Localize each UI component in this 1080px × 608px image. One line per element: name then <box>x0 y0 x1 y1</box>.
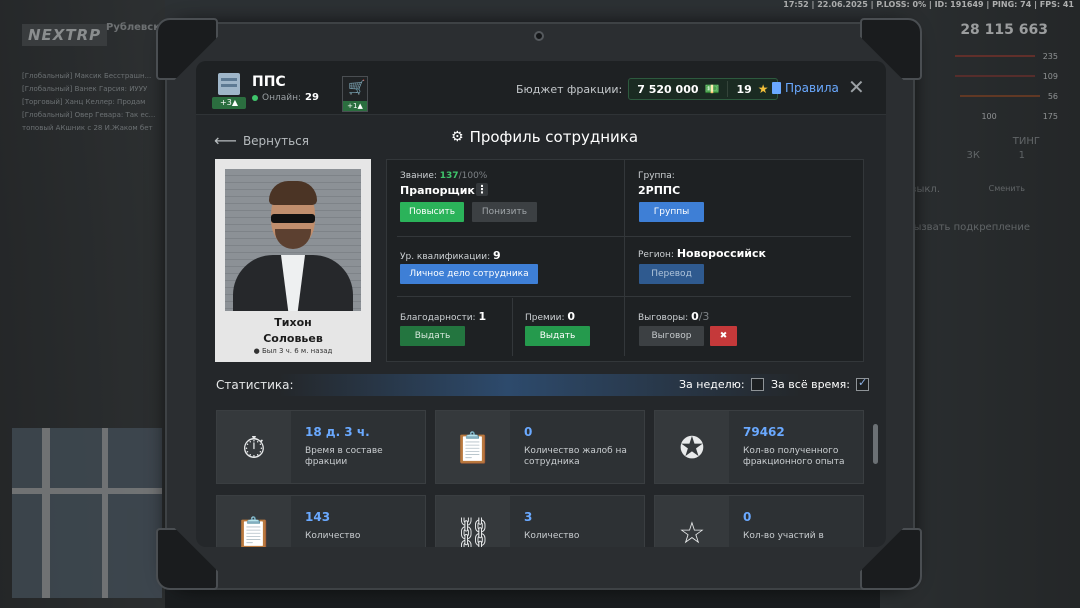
document-icon <box>772 82 781 94</box>
region-value: Новороссийск <box>676 247 766 260</box>
page-title: ⚙ Профиль сотрудника <box>451 128 638 146</box>
coins-value: 19 <box>736 82 752 96</box>
stat-desc: Кол-во полученного фракционного опыта <box>743 446 845 467</box>
stat-card: ✪ 79462 Кол-во полученного фракционного … <box>654 410 864 484</box>
online-count: 29 <box>305 92 319 103</box>
all-time-checkbox[interactable] <box>855 376 869 391</box>
week-label: За неделю: <box>679 378 745 391</box>
shop-button[interactable]: 🛒 +1▲ <box>342 76 368 112</box>
stat-value: 18 д. 3 ч. <box>305 425 370 439</box>
bonus-value: 0 <box>567 310 576 323</box>
stat-value: 79462 <box>743 425 785 439</box>
back-label: Вернуться <box>242 133 309 148</box>
rank-name: Прапорщик <box>400 184 475 197</box>
faction-icon[interactable]: +3▲ <box>212 71 246 111</box>
online-label: Онлайн: <box>262 92 302 103</box>
group-value: 2РППС <box>638 184 681 197</box>
faction-budget: Бюджет фракции: 7 520 000 💵 19 ★ <box>516 78 778 100</box>
employee-name: Тихон Соловьев <box>215 315 371 347</box>
qualification-value: 9 <box>493 249 501 262</box>
stat-desc: Количество <box>524 531 580 541</box>
give-thanks-button[interactable]: Выдать <box>400 326 465 346</box>
groups-button[interactable]: Группы <box>639 202 704 222</box>
online-status: Онлайн: 29 <box>252 92 319 103</box>
demote-button[interactable]: Понизить <box>472 202 537 222</box>
back-button[interactable]: ⟵ Вернуться <box>214 131 309 150</box>
promote-button[interactable]: Повысить <box>400 202 464 222</box>
stopwatch-icon: ⏱ <box>217 411 291 483</box>
police-station-icon <box>218 73 240 95</box>
stat-value: 0 <box>743 510 752 524</box>
clipboard-icon: 📋 <box>217 496 291 547</box>
transfer-button[interactable]: Перевод <box>639 264 704 284</box>
stat-card: ⛓ 3 Количество <box>435 495 645 547</box>
rules-link[interactable]: Правила <box>772 81 839 95</box>
complaint-document-icon: 📋 <box>436 411 510 483</box>
give-bonus-button[interactable]: Выдать <box>525 326 590 346</box>
region-label: Регион: Новороссийск <box>638 247 766 260</box>
week-filter[interactable]: За неделю: <box>679 378 764 391</box>
qualification-label: Ур. квалификации: 9 <box>400 249 501 262</box>
reprimand-label: Выговоры: 0/3 <box>638 310 710 323</box>
cart-badge: +1▲ <box>343 101 367 111</box>
employee-first-name: Тихон <box>274 316 312 329</box>
stats-header-bar <box>214 374 866 396</box>
last-seen: ● Был 3 ч. 6 м. назад <box>253 347 333 355</box>
stats-title: Статистика: <box>216 378 294 392</box>
stat-card: 📋 0 Количество жалоб на сотрудника <box>435 410 645 484</box>
reprimand-max: /3 <box>698 310 710 323</box>
personal-file-button[interactable]: Личное дело сотрудника <box>400 264 538 284</box>
employee-photo-card: Тихон Соловьев ● Был 3 ч. 6 м. назад <box>215 159 371 362</box>
stat-desc: Кол-во участий в <box>743 531 824 541</box>
online-dot-icon <box>252 94 258 101</box>
gear-icon: ⚙ <box>451 129 464 145</box>
faction-name: ППС <box>252 74 286 90</box>
scrollbar-thumb[interactable] <box>873 424 878 464</box>
stat-card: ☆ 0 Кол-во участий в <box>654 495 864 547</box>
tablet-screen: +3▲ ППС Онлайн: 29 🛒 +1▲ Бюджет фракции:… <box>196 61 886 547</box>
all-time-label: За всё время: <box>771 378 850 391</box>
arrow-left-icon: ⟵ <box>214 131 237 150</box>
stat-value: 3 <box>524 510 533 524</box>
exp-badge-icon: ✪ <box>655 411 729 483</box>
rules-label: Правила <box>785 81 839 95</box>
stat-value: 0 <box>524 425 533 439</box>
page-title-text: Профиль сотрудника <box>469 128 639 146</box>
stat-value: 143 <box>305 510 331 524</box>
all-time-filter[interactable]: За всё время: <box>771 376 869 391</box>
close-icon[interactable]: ✕ <box>848 75 865 99</box>
stat-card: 📋 143 Количество <box>216 495 426 547</box>
more-icon[interactable]: ⋮ <box>476 183 488 196</box>
rank-label: Звание: 137/100% <box>400 171 488 181</box>
budget-box: 7 520 000 💵 19 ★ <box>628 78 778 100</box>
cash-icon: 💵 <box>704 82 720 96</box>
star-outline-icon: ☆ <box>655 496 729 547</box>
budget-label: Бюджет фракции: <box>516 82 623 96</box>
budget-value: 7 520 000 <box>637 82 699 96</box>
employee-info-panel: Звание: 137/100% Прапорщик ⋮ Повысить По… <box>386 159 864 362</box>
rank-points: 137 <box>439 171 459 181</box>
thanks-value: 1 <box>478 310 487 323</box>
remove-user-icon[interactable]: ✖ <box>710 326 737 346</box>
handcuffs-icon: ⛓ <box>436 496 510 547</box>
tablet-camera <box>534 31 544 41</box>
rank-points-max: /100% <box>458 171 488 181</box>
bonus-label: Премии: 0 <box>525 310 576 323</box>
star-icon: ★ <box>757 82 769 96</box>
reprimand-value: 0 <box>691 310 699 323</box>
reprimand-button[interactable]: Выговор <box>639 326 704 346</box>
employee-mugshot <box>225 169 361 311</box>
thanks-label: Благодарности: 1 <box>400 310 487 323</box>
stat-desc: Время в составе фракции <box>305 446 383 467</box>
stat-card: ⏱ 18 д. 3 ч. Время в составе фракции <box>216 410 426 484</box>
stat-desc: Количество <box>305 531 361 541</box>
cart-icon: 🛒 <box>348 80 366 96</box>
faction-topbar: +3▲ ППС Онлайн: 29 🛒 +1▲ Бюджет фракции:… <box>196 61 886 115</box>
faction-badge: +3▲ <box>212 97 246 109</box>
group-label: Группа: <box>638 171 675 181</box>
employee-last-name: Соловьев <box>263 332 323 345</box>
week-checkbox[interactable] <box>750 378 764 391</box>
stat-desc: Количество жалоб на сотрудника <box>524 446 627 467</box>
